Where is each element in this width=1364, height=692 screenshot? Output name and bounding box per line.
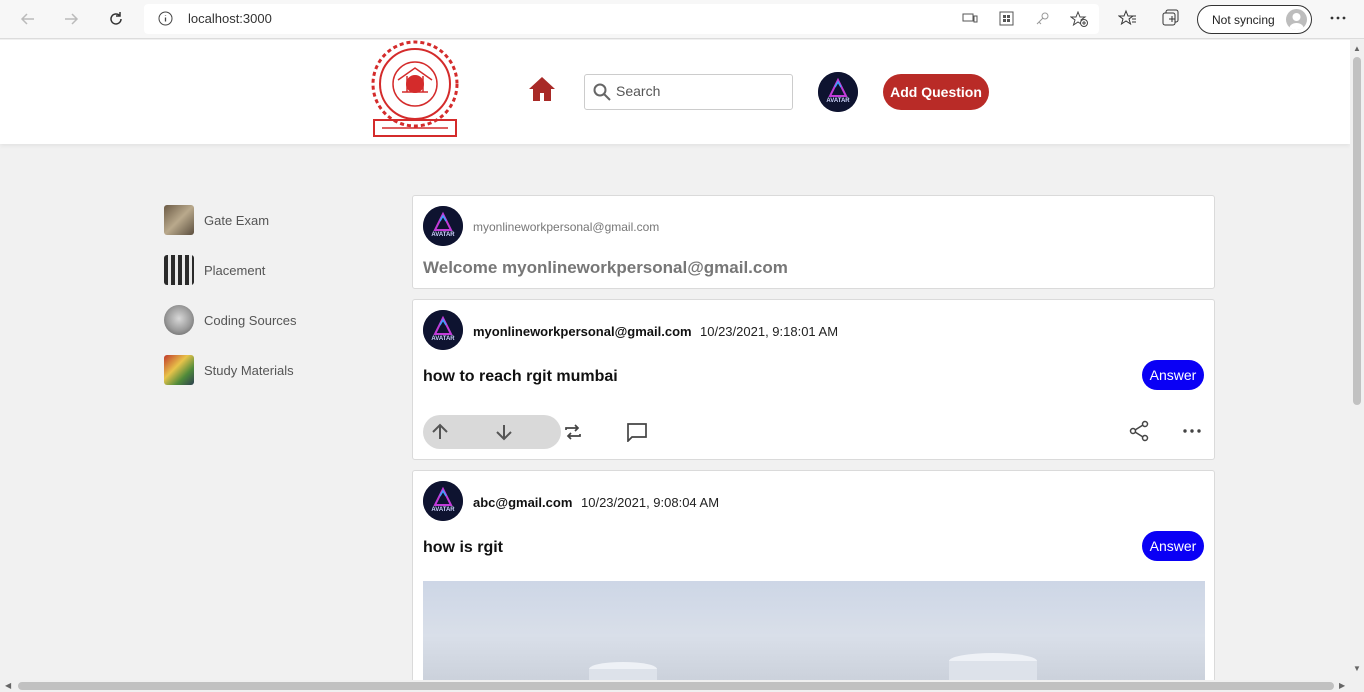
welcome-title: Welcome myonlineworkpersonal@gmail.com bbox=[423, 258, 788, 277]
app-header: AVATAR Add Question bbox=[0, 40, 1350, 144]
sync-label: Not syncing bbox=[1212, 13, 1275, 27]
search-icon bbox=[593, 83, 611, 106]
downvote-icon[interactable] bbox=[494, 422, 514, 447]
sidebar-item-label: Coding Sources bbox=[204, 312, 297, 328]
browser-toolbar: localhost:3000 Not syncing bbox=[0, 0, 1364, 39]
post-author-avatar[interactable]: AVATAR bbox=[423, 310, 463, 350]
sidebar: Gate Exam Placement Coding Sources Study… bbox=[164, 205, 364, 405]
coding-sources-image bbox=[164, 305, 194, 335]
more-options-icon[interactable] bbox=[1182, 422, 1202, 445]
post-question[interactable]: how to reach rgit mumbai bbox=[423, 368, 618, 386]
vertical-scrollbar[interactable]: ▲ ▼ bbox=[1350, 40, 1364, 680]
sidebar-item-placement[interactable]: Placement bbox=[164, 255, 364, 285]
profile-sync-button[interactable]: Not syncing bbox=[1197, 5, 1312, 34]
add-question-button[interactable]: Add Question bbox=[883, 74, 989, 110]
vote-pill bbox=[423, 415, 561, 449]
address-bar[interactable]: localhost:3000 bbox=[144, 4, 1099, 34]
sidebar-item-gate-exam[interactable]: Gate Exam bbox=[164, 205, 364, 235]
scroll-right-icon[interactable]: ▶ bbox=[1339, 681, 1345, 690]
post-author-avatar[interactable]: AVATAR bbox=[423, 481, 463, 521]
vertical-scroll-thumb[interactable] bbox=[1353, 57, 1361, 405]
gate-exam-image bbox=[164, 205, 194, 235]
placement-image bbox=[164, 255, 194, 285]
post-card: AVATAR abc@gmail.com 10/23/2021, 9:08:04… bbox=[412, 470, 1215, 692]
scroll-left-icon[interactable]: ◀ bbox=[5, 681, 11, 690]
site-info-icon[interactable] bbox=[158, 11, 173, 31]
sidebar-item-label: Placement bbox=[204, 262, 266, 278]
search-box[interactable] bbox=[584, 74, 793, 110]
avatar-text: AVATAR bbox=[431, 232, 455, 238]
favorites-icon[interactable] bbox=[1117, 9, 1136, 31]
post-author: abc@gmail.com bbox=[473, 495, 573, 510]
sidebar-item-label: Study Materials bbox=[204, 362, 294, 378]
add-favorite-icon[interactable] bbox=[1069, 10, 1088, 32]
sidebar-item-label: Gate Exam bbox=[204, 212, 270, 228]
sidebar-item-study-materials[interactable]: Study Materials bbox=[164, 355, 364, 385]
post-question[interactable]: how is rgit bbox=[423, 539, 503, 557]
post-image[interactable] bbox=[423, 581, 1205, 691]
answer-button[interactable]: Answer bbox=[1142, 360, 1204, 390]
profile-avatar bbox=[1286, 9, 1307, 30]
avatar-text: AVATAR bbox=[826, 98, 850, 104]
post-author: myonlineworkpersonal@gmail.com bbox=[473, 324, 692, 339]
search-input[interactable] bbox=[616, 83, 786, 99]
avatar-text: AVATAR bbox=[431, 507, 455, 513]
home-icon[interactable] bbox=[528, 76, 556, 107]
scroll-up-icon[interactable]: ▲ bbox=[1353, 44, 1361, 53]
device-icon[interactable] bbox=[962, 11, 978, 30]
horizontal-scroll-thumb[interactable] bbox=[18, 682, 1334, 690]
forward-icon[interactable] bbox=[58, 7, 84, 31]
back-icon[interactable] bbox=[15, 7, 41, 31]
user-avatar[interactable]: AVATAR bbox=[818, 72, 858, 112]
url-text: localhost:3000 bbox=[188, 11, 272, 26]
study-materials-image bbox=[164, 355, 194, 385]
post-timestamp: 10/23/2021, 9:18:01 AM bbox=[700, 324, 839, 339]
college-logo[interactable] bbox=[362, 40, 468, 138]
collections-icon[interactable] bbox=[1162, 9, 1180, 31]
comment-icon[interactable] bbox=[626, 422, 648, 447]
refresh-icon[interactable] bbox=[103, 7, 129, 31]
answer-button[interactable]: Answer bbox=[1142, 531, 1204, 561]
horizontal-scrollbar[interactable]: ◀ ▶ bbox=[0, 680, 1364, 692]
repost-icon[interactable] bbox=[563, 422, 583, 447]
welcome-avatar: AVATAR bbox=[423, 206, 463, 246]
key-icon[interactable] bbox=[1035, 11, 1050, 31]
post-timestamp: 10/23/2021, 9:08:04 AM bbox=[581, 495, 720, 510]
scroll-down-icon[interactable]: ▼ bbox=[1353, 664, 1361, 673]
post-card: AVATAR myonlineworkpersonal@gmail.com 10… bbox=[412, 299, 1215, 460]
sidebar-item-coding-sources[interactable]: Coding Sources bbox=[164, 305, 364, 335]
more-menu-icon[interactable] bbox=[1330, 9, 1346, 30]
avatar-text: AVATAR bbox=[431, 336, 455, 342]
upvote-icon[interactable] bbox=[430, 422, 450, 447]
welcome-email: myonlineworkpersonal@gmail.com bbox=[473, 220, 660, 234]
share-icon[interactable] bbox=[1128, 420, 1150, 447]
welcome-card: AVATAR myonlineworkpersonal@gmail.com We… bbox=[412, 195, 1215, 289]
apps-icon[interactable] bbox=[999, 11, 1014, 31]
